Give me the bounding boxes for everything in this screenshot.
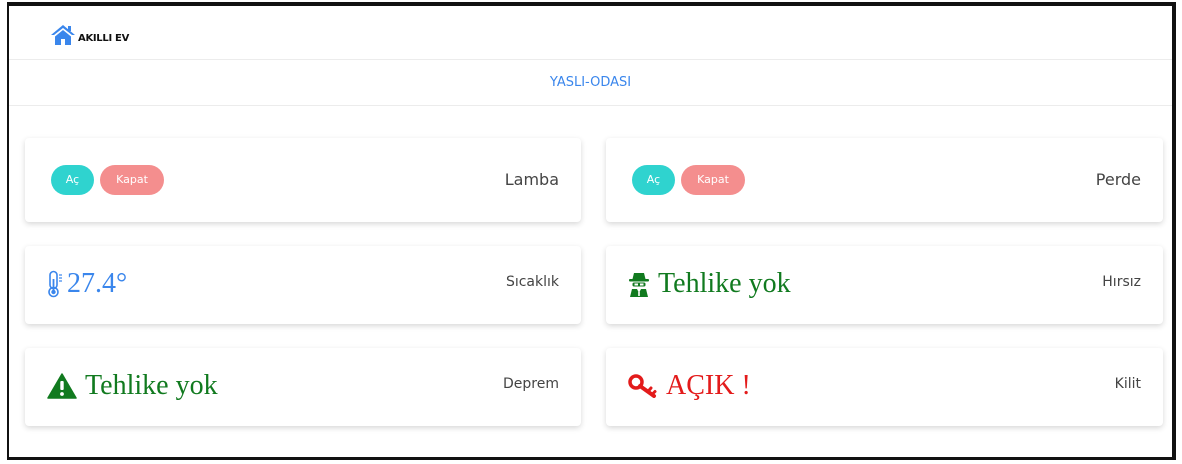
thermometer-icon: [47, 270, 63, 298]
hirsiz-label: Hırsız: [1102, 274, 1141, 290]
warning-icon: [47, 373, 77, 399]
perde-card: Aç Kapat Perde: [606, 138, 1163, 222]
key-icon: [628, 374, 658, 398]
app-frame: AKILLI EV YASLI-ODASI Aç Kapat Lamba Aç …: [7, 2, 1176, 460]
lamba-close-button[interactable]: Kapat: [100, 165, 164, 195]
deprem-card: Tehlike yok Deprem: [25, 348, 581, 426]
lock-status-value: AÇIK !: [666, 370, 751, 401]
kilit-label: Kilit: [1114, 376, 1141, 392]
brand-title: AKILLI EV: [78, 32, 130, 44]
brand-link[interactable]: AKILLI EV: [51, 24, 129, 46]
deprem-label: Deprem: [503, 376, 559, 392]
sicaklik-card: 27.4° Sıcaklık: [25, 246, 581, 324]
perde-label: Perde: [1095, 170, 1141, 189]
perde-close-button[interactable]: Kapat: [681, 165, 745, 195]
navbar: AKILLI EV: [9, 6, 1172, 60]
burglar-status-value: Tehlike yok: [658, 268, 791, 299]
earthquake-status: Tehlike yok: [47, 370, 218, 402]
room-bar: YASLI-ODASI: [9, 60, 1172, 106]
kilit-card: AÇIK ! Kilit: [606, 348, 1163, 426]
lamba-label: Lamba: [504, 170, 559, 189]
home-icon: [51, 24, 75, 46]
lock-status: AÇIK !: [628, 370, 751, 402]
temperature-value: 27.4°: [67, 268, 128, 299]
temperature-readout: 27.4°: [47, 268, 127, 300]
hirsiz-card: Tehlike yok Hırsız: [606, 246, 1163, 324]
earthquake-status-value: Tehlike yok: [85, 370, 218, 401]
sicaklik-label: Sıcaklık: [505, 274, 559, 290]
spy-icon: [628, 271, 650, 297]
lamba-open-button[interactable]: Aç: [51, 165, 94, 195]
burglar-status: Tehlike yok: [628, 268, 791, 300]
room-title[interactable]: YASLI-ODASI: [550, 60, 631, 105]
lamba-card: Aç Kapat Lamba: [25, 138, 581, 222]
perde-open-button[interactable]: Aç: [632, 165, 675, 195]
